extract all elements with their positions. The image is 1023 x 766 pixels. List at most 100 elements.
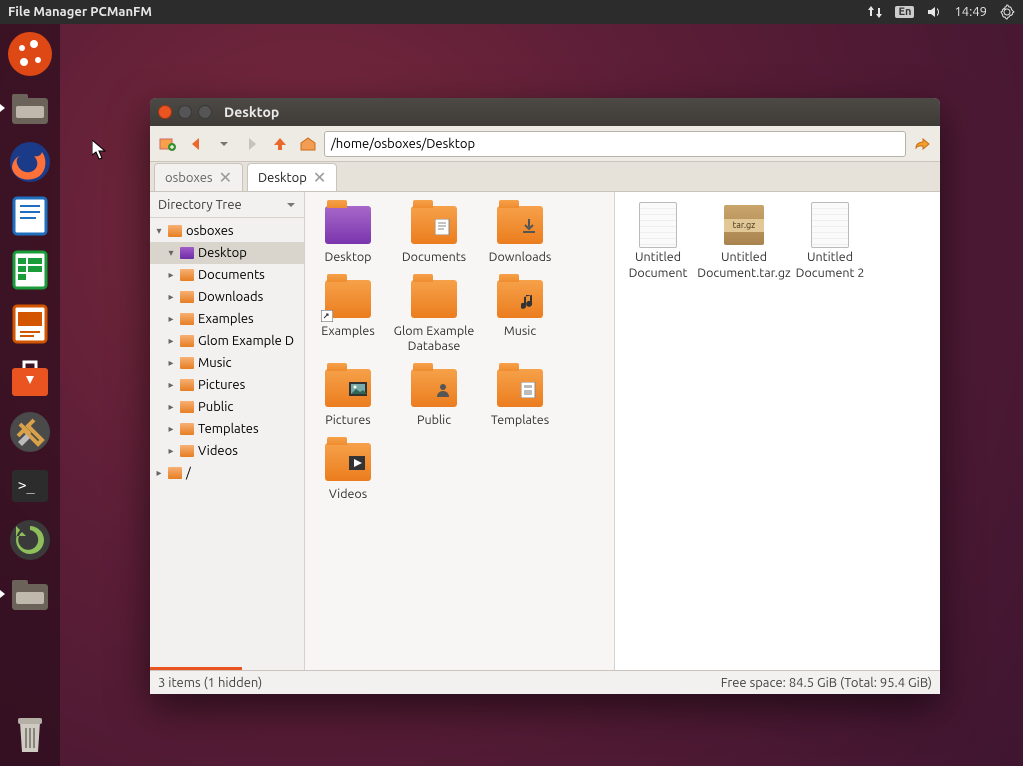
folder-item-public[interactable]: Public [391, 363, 477, 437]
tab-osboxes[interactable]: osboxes✕ [154, 163, 243, 191]
content-area: DesktopDocuments Downloads ExamplesGlom Ex… [305, 192, 940, 670]
tree-expander-icon[interactable]: ▸ [166, 313, 176, 325]
tree-expander-icon[interactable]: ▾ [154, 225, 164, 237]
folder-item-music[interactable]: Music [477, 274, 563, 363]
tree-node--[interactable]: ▸/ [150, 462, 304, 484]
tree-node-label: Examples [198, 312, 254, 326]
window-close-button[interactable] [158, 105, 172, 119]
tree-node-public[interactable]: ▸Public [150, 396, 304, 418]
folder-item-videos[interactable]: Videos [305, 437, 391, 511]
launcher-files[interactable] [6, 84, 54, 132]
file-item-untitled-document[interactable]: Untitled Document [615, 200, 701, 289]
tab-close-icon[interactable]: ✕ [219, 168, 232, 187]
side-panel: Directory Tree ▾osboxes▾Desktop▸Document… [150, 192, 305, 670]
tree-expander-icon[interactable]: ▸ [154, 467, 164, 479]
main-split: Directory Tree ▾osboxes▾Desktop▸Document… [150, 192, 940, 670]
launcher-updater[interactable] [6, 516, 54, 564]
folder-item-examples[interactable]: Examples [305, 274, 391, 363]
folder-item-downloads[interactable]: Downloads [477, 200, 563, 274]
launcher-settings[interactable] [6, 408, 54, 456]
tree-node-videos[interactable]: ▸ Videos [150, 440, 304, 462]
desktop-icon [180, 247, 194, 259]
window-maximize-button[interactable] [198, 105, 212, 119]
sound-indicator[interactable] [926, 4, 942, 20]
folder-item-desktop[interactable]: Desktop [305, 200, 391, 274]
folder-icon [168, 467, 182, 479]
launcher-impress[interactable] [6, 300, 54, 348]
tree-expander-icon[interactable]: ▸ [166, 401, 176, 413]
up-button[interactable] [268, 132, 292, 156]
folder-icon [497, 369, 543, 407]
tree-node-documents[interactable]: ▸Documents [150, 264, 304, 286]
language-indicator[interactable]: En [895, 6, 914, 18]
status-bar: 3 items (1 hidden) Free space: 84.5 GiB … [150, 670, 940, 694]
public-overlay-icon [435, 382, 453, 403]
launcher-firefox[interactable] [6, 138, 54, 186]
tree-node-examples[interactable]: ▸ Examples [150, 308, 304, 330]
folder-item-templates[interactable]: Templates [477, 363, 563, 437]
launcher-software[interactable] [6, 354, 54, 402]
launcher-calc[interactable] [6, 246, 54, 294]
tree-expander-icon[interactable]: ▸ [166, 357, 176, 369]
folder-icon [325, 369, 371, 407]
document-icon [811, 202, 849, 248]
session-indicator[interactable] [999, 4, 1015, 20]
go-button[interactable] [910, 132, 934, 156]
right-pane[interactable]: Untitled DocumentUntitled Document.tar.g… [615, 192, 940, 670]
tree-expander-icon[interactable]: ▸ [166, 423, 176, 435]
tree-expander-icon[interactable]: ▸ [166, 379, 176, 391]
tree-expander-icon[interactable]: ▾ [166, 247, 176, 259]
tree-expander-icon[interactable]: ▸ [166, 445, 176, 457]
tab-plus-icon [159, 135, 177, 153]
item-label: Downloads [489, 250, 552, 266]
tree-expander-icon[interactable]: ▸ [166, 269, 176, 281]
side-panel-header[interactable]: Directory Tree [150, 192, 304, 218]
tab-close-icon[interactable]: ✕ [313, 168, 326, 187]
folder-icon [411, 369, 457, 407]
titlebar[interactable]: Desktop [150, 98, 940, 126]
folder-icon [325, 443, 371, 481]
tree-node-label: Desktop [198, 246, 247, 260]
address-bar[interactable]: /home/osboxes/Desktop [324, 131, 906, 157]
pic-overlay-icon [349, 382, 367, 403]
tree-node-music[interactable]: ▸Music [150, 352, 304, 374]
launcher-writer[interactable] [6, 192, 54, 240]
folder-item-pictures[interactable]: Pictures [305, 363, 391, 437]
file-item-untitled-document-tar-gz[interactable]: Untitled Document.tar.gz [701, 200, 787, 289]
tree-node-glom-example-d[interactable]: ▸Glom Example D [150, 330, 304, 352]
tree-expander-icon[interactable]: ▸ [166, 291, 176, 303]
directory-tree: ▾osboxes▾Desktop▸Documents▸Downloads▸Exa… [150, 218, 304, 667]
forward-button[interactable] [240, 132, 264, 156]
symlink-emblem-icon [321, 310, 333, 322]
folder-icon [180, 269, 194, 281]
file-item-untitled-document-2[interactable]: Untitled Document 2 [787, 200, 873, 289]
history-dropdown[interactable] [212, 132, 236, 156]
folder-icon [497, 280, 543, 318]
launcher-trash[interactable] [6, 710, 54, 758]
doc-overlay-icon [435, 219, 453, 240]
launcher-dash[interactable] [6, 30, 54, 78]
side-panel-mode-label: Directory Tree [158, 198, 242, 212]
network-indicator[interactable] [867, 4, 883, 20]
launcher: >_ [0, 24, 60, 766]
tree-node-templates[interactable]: ▸Templates [150, 418, 304, 440]
folder-item-documents[interactable]: Documents [391, 200, 477, 274]
svg-text:>_: >_ [18, 478, 35, 494]
launcher-terminal[interactable]: >_ [6, 462, 54, 510]
back-button[interactable] [184, 132, 208, 156]
folder-item-glom-example-database[interactable]: Glom Example Database [391, 274, 477, 363]
tab-desktop[interactable]: Desktop✕ [247, 163, 337, 191]
folder-icon [180, 379, 194, 391]
left-pane[interactable]: DesktopDocuments Downloads ExamplesGlom Ex… [305, 192, 615, 670]
window-minimize-button[interactable] [178, 105, 192, 119]
tree-node-osboxes[interactable]: ▾osboxes [150, 220, 304, 242]
home-button[interactable] [296, 132, 320, 156]
new-tab-button[interactable] [156, 132, 180, 156]
launcher-pcmanfm[interactable] [6, 570, 54, 618]
tree-node-pictures[interactable]: ▸Pictures [150, 374, 304, 396]
tree-node-downloads[interactable]: ▸Downloads [150, 286, 304, 308]
tree-expander-icon[interactable]: ▸ [166, 335, 176, 347]
tree-node-label: Videos [198, 444, 238, 458]
tree-node-desktop[interactable]: ▾ Desktop [150, 242, 304, 264]
clock[interactable]: 14:49 [954, 5, 987, 19]
